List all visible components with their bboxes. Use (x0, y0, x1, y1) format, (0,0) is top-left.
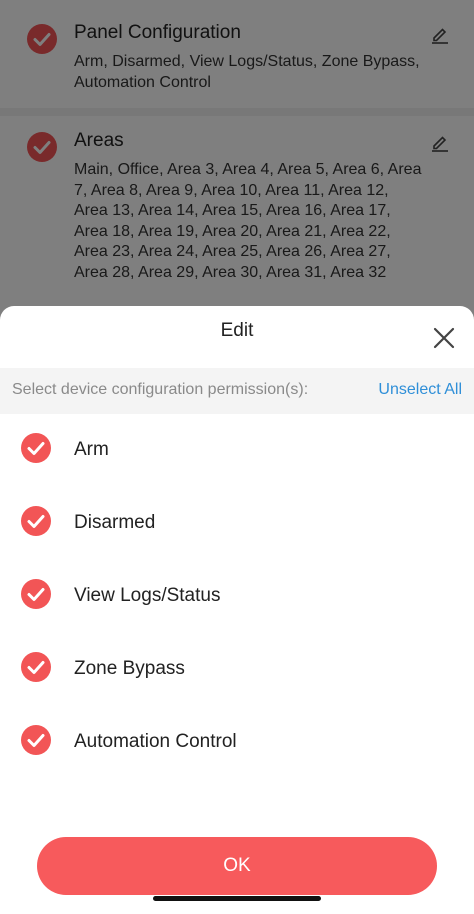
option-zone-bypass[interactable]: Zone Bypass (0, 638, 474, 698)
option-label: Zone Bypass (74, 658, 185, 679)
home-indicator (153, 896, 321, 901)
edit-sheet: Edit Select device configuration permiss… (0, 306, 474, 914)
option-label: View Logs/Status (74, 585, 221, 606)
option-view-logs-status[interactable]: View Logs/Status (0, 565, 474, 625)
check-circle-icon[interactable] (21, 725, 51, 755)
option-label: Arm (74, 439, 109, 460)
close-button[interactable] (430, 324, 458, 352)
option-label: Disarmed (74, 512, 156, 533)
permission-subheader: Select device configuration permission(s… (0, 368, 474, 414)
subheader-label: Select device configuration permission(s… (12, 381, 309, 398)
unselect-all-link[interactable]: Unselect All (378, 381, 462, 399)
close-icon (433, 327, 455, 349)
check-circle-icon[interactable] (21, 652, 51, 682)
option-automation-control[interactable]: Automation Control (0, 711, 474, 771)
check-circle-icon[interactable] (21, 506, 51, 536)
sheet-title: Edit (220, 320, 254, 341)
check-circle-icon[interactable] (21, 579, 51, 609)
option-arm[interactable]: Arm (0, 419, 474, 479)
option-label: Automation Control (74, 731, 237, 752)
check-circle-icon[interactable] (21, 433, 51, 463)
option-disarmed[interactable]: Disarmed (0, 492, 474, 552)
ok-button[interactable]: OK (37, 837, 437, 895)
